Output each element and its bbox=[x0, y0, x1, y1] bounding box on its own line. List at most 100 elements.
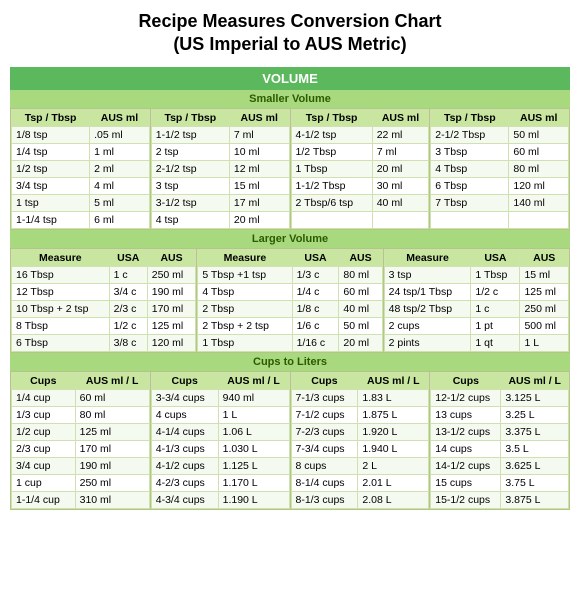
list-item: 4-1/2 tsp bbox=[291, 126, 372, 143]
list-item: 12 Tbsp bbox=[12, 283, 110, 300]
cups-col4-h2: AUS ml / L bbox=[501, 372, 569, 389]
list-item: 13-1/2 cups bbox=[431, 423, 501, 440]
list-item: 12-1/2 cups bbox=[431, 389, 501, 406]
list-item: 1-1/4 tsp bbox=[12, 211, 90, 228]
lv-col3-h3: AUS bbox=[520, 249, 569, 266]
list-item: 15-1/2 cups bbox=[431, 491, 501, 508]
list-item: 1 Tbsp bbox=[291, 160, 372, 177]
list-item: 13 cups bbox=[431, 406, 501, 423]
list-item: 1/2 cup bbox=[12, 423, 76, 440]
list-item: 8 Tbsp bbox=[12, 317, 110, 334]
list-item: 3-3/4 cups bbox=[151, 389, 218, 406]
list-item: 1/3 cup bbox=[12, 406, 76, 423]
list-item: 7-3/4 cups bbox=[291, 440, 358, 457]
list-item: 2 Tbsp bbox=[198, 300, 292, 317]
list-item: 2/3 cup bbox=[12, 440, 76, 457]
list-item: 2 tsp bbox=[151, 143, 229, 160]
list-item: 10 Tbsp + 2 tsp bbox=[12, 300, 110, 317]
sv-col4-h1: Tsp / Tbsp bbox=[431, 109, 509, 126]
smaller-volume-header: Smaller Volume bbox=[10, 90, 570, 108]
list-item: 7-2/3 cups bbox=[291, 423, 358, 440]
list-item: 1/2 tsp bbox=[12, 160, 90, 177]
list-item: 15 cups bbox=[431, 474, 501, 491]
list-item: 1-1/2 tsp bbox=[151, 126, 229, 143]
list-item: 2-1/2 tsp bbox=[151, 160, 229, 177]
larger-volume-header: Larger Volume bbox=[10, 230, 570, 248]
list-item: 1/8 tsp bbox=[12, 126, 90, 143]
list-item: 8 cups bbox=[291, 457, 358, 474]
list-item: 3-1/2 tsp bbox=[151, 194, 229, 211]
list-item: 4 Tbsp bbox=[431, 160, 509, 177]
list-item: 4 cups bbox=[151, 406, 218, 423]
list-item: 5 Tbsp +1 tsp bbox=[198, 266, 292, 283]
cups-table: Cups AUS ml / L 1/4 cup60 ml 1/3 cup80 m… bbox=[10, 371, 570, 510]
lv-col1-h3: AUS bbox=[147, 249, 196, 266]
list-item: 4-1/3 cups bbox=[151, 440, 218, 457]
sv-col1-h2: AUS ml bbox=[90, 109, 150, 126]
cups-col2-h1: Cups bbox=[151, 372, 218, 389]
list-item: 1/4 cup bbox=[12, 389, 76, 406]
lv-col2-h2: USA bbox=[292, 249, 339, 266]
sv-col2-h1: Tsp / Tbsp bbox=[151, 109, 229, 126]
list-item: 48 tsp/2 Tbsp bbox=[384, 300, 471, 317]
list-item: 3 tsp bbox=[151, 177, 229, 194]
sv-col3-h1: Tsp / Tbsp bbox=[291, 109, 372, 126]
larger-volume-table: Measure USA AUS 16 Tbsp1 c250 ml 12 Tbsp… bbox=[10, 248, 570, 353]
lv-col3-h1: Measure bbox=[384, 249, 471, 266]
list-item: 8-1/3 cups bbox=[291, 491, 358, 508]
list-item: 3 tsp bbox=[384, 266, 471, 283]
list-item: 2 cups bbox=[384, 317, 471, 334]
list-item: 3 Tbsp bbox=[431, 143, 509, 160]
smaller-volume-table: Tsp / Tbsp AUS ml 1/8 tsp.05 ml 1/4 tsp1… bbox=[10, 108, 570, 230]
list-item bbox=[291, 211, 372, 228]
list-item: 2 Tbsp + 2 tsp bbox=[198, 317, 292, 334]
list-item: 1/2 Tbsp bbox=[291, 143, 372, 160]
list-item: 1-1/4 cup bbox=[12, 491, 76, 508]
list-item: 14-1/2 cups bbox=[431, 457, 501, 474]
lv-col2-h3: AUS bbox=[339, 249, 382, 266]
list-item: 4 Tbsp bbox=[198, 283, 292, 300]
sv-col2-h2: AUS ml bbox=[229, 109, 289, 126]
list-item: 3/4 cup bbox=[12, 457, 76, 474]
list-item: 24 tsp/1 Tbsp bbox=[384, 283, 471, 300]
sv-col3-h2: AUS ml bbox=[372, 109, 429, 126]
cups-col1-h1: Cups bbox=[12, 372, 76, 389]
larger-volume-section: Larger Volume bbox=[10, 230, 570, 248]
page-title: Recipe Measures Conversion Chart (US Imp… bbox=[10, 10, 570, 57]
list-item: 4-1/4 cups bbox=[151, 423, 218, 440]
list-item: 4-3/4 cups bbox=[151, 491, 218, 508]
sv-col1-h1: Tsp / Tbsp bbox=[12, 109, 90, 126]
list-item: 4-1/2 cups bbox=[151, 457, 218, 474]
list-item: 4 tsp bbox=[151, 211, 229, 228]
list-item: 1 tsp bbox=[12, 194, 90, 211]
list-item: 2 pints bbox=[384, 334, 471, 351]
lv-col1-h2: USA bbox=[109, 249, 147, 266]
lv-col3-h2: USA bbox=[471, 249, 520, 266]
list-item: 7 Tbsp bbox=[431, 194, 509, 211]
list-item bbox=[431, 211, 509, 228]
list-item: 1 cup bbox=[12, 474, 76, 491]
cups-section: Cups to Liters bbox=[10, 353, 570, 371]
list-item: 1 Tbsp bbox=[198, 334, 292, 351]
cups-col2-h2: AUS ml / L bbox=[218, 372, 289, 389]
volume-section-header: VOLUME bbox=[10, 67, 570, 90]
list-item: 2 Tbsp/6 tsp bbox=[291, 194, 372, 211]
list-item: 2-1/2 Tbsp bbox=[431, 126, 509, 143]
list-item: 6 Tbsp bbox=[12, 334, 110, 351]
list-item: 7-1/2 cups bbox=[291, 406, 358, 423]
list-item: 14 cups bbox=[431, 440, 501, 457]
lv-col1-h1: Measure bbox=[12, 249, 110, 266]
conversion-chart: VOLUME Smaller Volume bbox=[10, 67, 570, 108]
cups-col4-h1: Cups bbox=[431, 372, 501, 389]
list-item: 1-1/2 Tbsp bbox=[291, 177, 372, 194]
list-item: 6 Tbsp bbox=[431, 177, 509, 194]
cups-header: Cups to Liters bbox=[10, 353, 570, 371]
list-item: 8-1/4 cups bbox=[291, 474, 358, 491]
cups-col1-h2: AUS ml / L bbox=[75, 372, 149, 389]
cups-col3-h1: Cups bbox=[291, 372, 358, 389]
list-item: 1/4 tsp bbox=[12, 143, 90, 160]
list-item: 4-2/3 cups bbox=[151, 474, 218, 491]
list-item: 16 Tbsp bbox=[12, 266, 110, 283]
sv-col4-h2: AUS ml bbox=[509, 109, 569, 126]
list-item: 7-1/3 cups bbox=[291, 389, 358, 406]
